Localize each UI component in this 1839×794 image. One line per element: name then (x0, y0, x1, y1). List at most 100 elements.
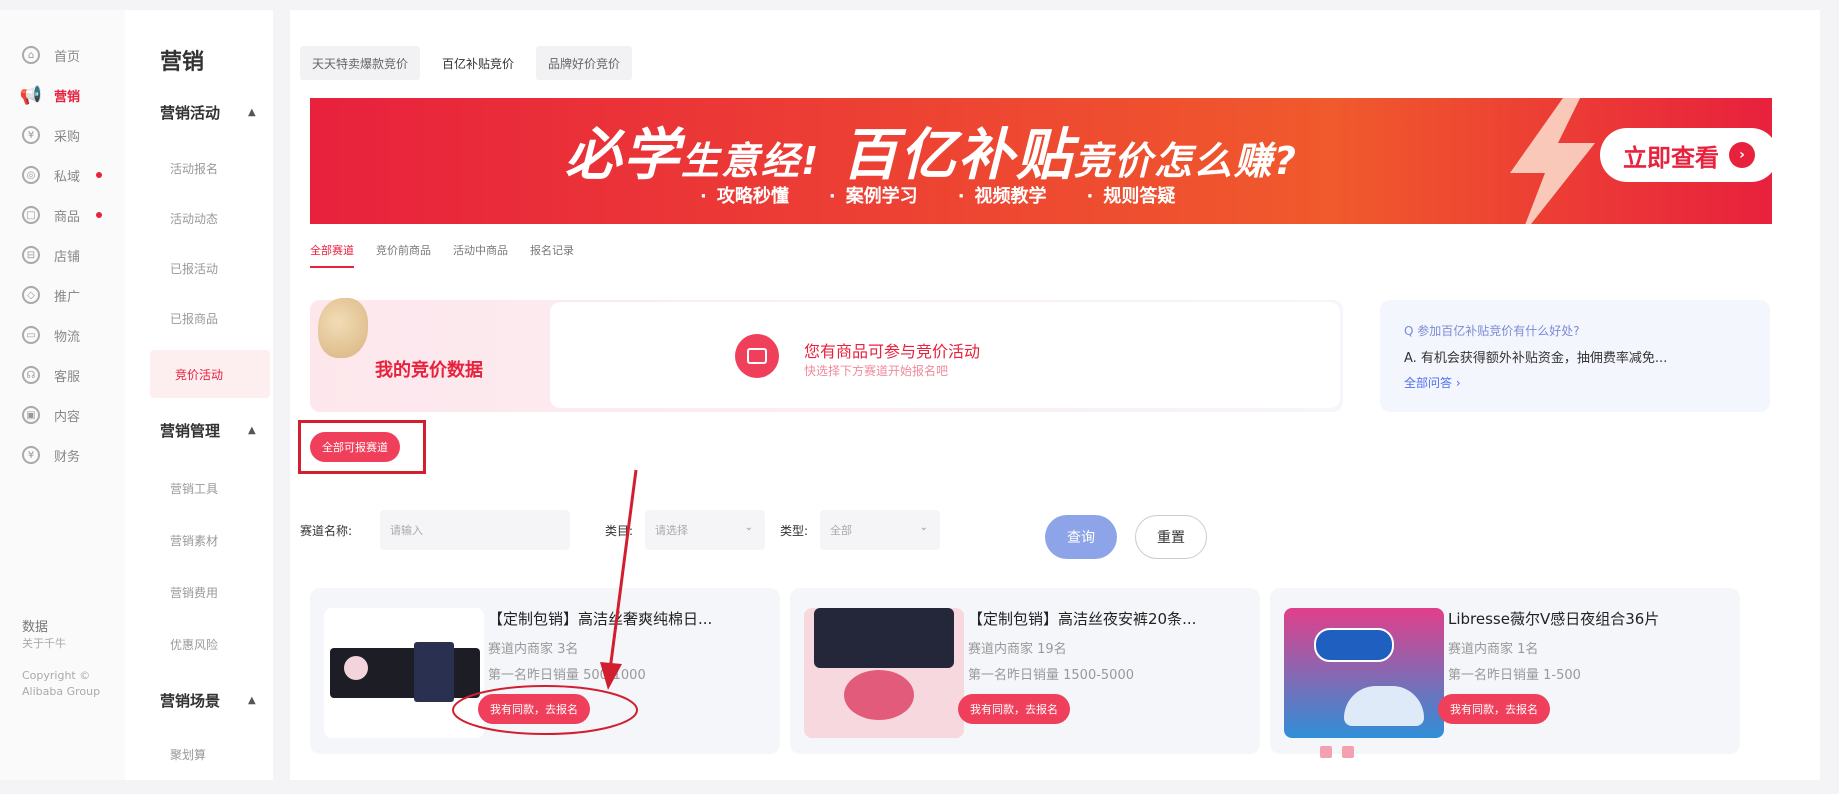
tab-brand-price[interactable]: 品牌好价竞价 (536, 46, 633, 80)
content-icon: ▣ (22, 406, 40, 424)
sidebar-item-bidding[interactable]: 竞价活动 (150, 350, 270, 398)
track-product-name: 【定制包销】高洁丝夜安裤20条... (968, 610, 1197, 628)
view-now-button[interactable]: 立即查看 › (1600, 128, 1772, 182)
rail-item-private[interactable]: ◎ 私域 (22, 158, 103, 192)
track-name-label: 赛道名称: (300, 524, 353, 538)
banner-point: 案例学习 (829, 182, 918, 208)
all-available-tracks-button[interactable]: 全部可报赛道 (310, 432, 400, 462)
rail-item-label: 商品 (54, 209, 81, 225)
track-card[interactable]: 【定制包销】高洁丝夜安裤20条... 赛道内商家 19名 第一名昨日销量 150… (790, 588, 1260, 754)
finance-icon: ¥ (22, 446, 40, 464)
rail-item-promotion[interactable]: ◇ 推广 (22, 278, 80, 312)
my-bidding-data-link[interactable]: 我的竞价数据 (375, 356, 483, 382)
sidebar-title: 营销 (160, 50, 205, 75)
rail-item-logistics[interactable]: ▭ 物流 (22, 318, 80, 352)
category-select[interactable]: 请选择 ⌄ (645, 510, 765, 550)
data-link[interactable]: 数据 (22, 620, 112, 636)
headline-part: 百亿补贴 (841, 123, 1074, 188)
track-merchant-count: 赛道内商家 1名 (1448, 642, 1539, 657)
private-domain-icon: ◎ (22, 166, 40, 184)
cta-label: 立即查看 (1623, 143, 1719, 172)
tab-all-tracks[interactable]: 全部赛道 (310, 242, 354, 268)
track-card[interactable]: Libresse薇尔V感日夜组合36片 赛道内商家 1名 第一名昨日销量 1-5… (1270, 588, 1740, 754)
type-label: 类型: (780, 524, 809, 538)
sidebar-item-joined-activities[interactable]: 已报活动 (170, 260, 218, 277)
tab-tens-of-billions[interactable]: 百亿补贴竞价 (430, 46, 527, 80)
rail-item-label: 首页 (54, 49, 81, 65)
signup-button[interactable]: 我有同款，去报名 (1438, 694, 1550, 724)
copyright: Copyright © Alibaba Group (22, 669, 101, 698)
rail-item-content[interactable]: ▣ 内容 (22, 398, 80, 432)
select-value: 请选择 (655, 524, 688, 537)
sidebar-group-activity[interactable]: 营销活动 ▲ (160, 102, 256, 123)
rail-item-label: 物流 (54, 329, 81, 345)
faq-card: Q 参加百亿补贴竞价有什么好处? A. 有机会获得额外补贴资金，抽佣费率减免..… (1380, 300, 1770, 412)
sidebar-group-manage[interactable]: 营销管理 ▲ (160, 420, 256, 441)
reset-button[interactable]: 重置 (1135, 515, 1207, 559)
chevron-up-icon: ▲ (248, 695, 256, 706)
signup-button[interactable]: 我有同款，去报名 (958, 694, 1070, 724)
category-label: 类目: (605, 524, 634, 538)
rail-item-label: 私域 (54, 169, 81, 185)
query-button[interactable]: 查询 (1045, 515, 1117, 559)
sidebar-group-scene[interactable]: 营销场景 ▲ (160, 690, 256, 711)
pager-dot[interactable] (1320, 746, 1332, 758)
rail-item-service[interactable]: ☊ 客服 (22, 358, 80, 392)
pager-dot[interactable] (1342, 746, 1354, 758)
select-value: 全部 (830, 524, 852, 537)
goods-icon: □ (22, 206, 40, 224)
tab-daily-sale[interactable]: 天天特卖爆款竞价 (300, 46, 421, 80)
sidebar-item-fees[interactable]: 营销费用 (170, 584, 218, 601)
rail-item-label: 采购 (54, 129, 81, 145)
sidebar-item-joined-goods[interactable]: 已报商品 (170, 310, 218, 327)
rail-item-label: 营销 (54, 89, 81, 105)
all-faq-link[interactable]: 全部问答 › (1404, 374, 1746, 391)
carousel-pager (1320, 746, 1354, 758)
rail-item-purchase[interactable]: ¥ 采购 (22, 118, 80, 152)
product-image (324, 608, 484, 738)
signup-button[interactable]: 我有同款，去报名 (478, 694, 590, 724)
faq-question[interactable]: Q 参加百亿补贴竞价有什么好处? (1404, 322, 1746, 339)
notice-title: 您有商品可参与竞价活动 (804, 342, 981, 361)
rail-item-finance[interactable]: ¥ 财务 (22, 438, 80, 472)
sidebar-item-materials[interactable]: 营销素材 (170, 532, 218, 549)
bidding-type-tabs: 天天特卖爆款竞价 百亿补贴竞价 品牌好价竞价 (300, 46, 633, 80)
tab-active-goods[interactable]: 活动中商品 (453, 242, 508, 268)
promo-banner[interactable]: 必学生意经! 百亿补贴竞价怎么赚? 攻略秒懂 案例学习 视频教学 规则答疑 立即… (310, 98, 1772, 224)
arrow-right-icon: › (1729, 142, 1755, 168)
headline-part: 生意经! (681, 139, 821, 183)
banner-points: 攻略秒懂 案例学习 视频教学 规则答疑 (700, 182, 1176, 208)
purchase-icon: ¥ (22, 126, 40, 144)
chevron-up-icon: ▲ (248, 107, 256, 118)
track-top-sales: 第一名昨日销量 500-1000 (488, 668, 646, 683)
sidebar-item-tools[interactable]: 营销工具 (170, 480, 218, 497)
my-bidding-panel: 我的竞价数据 您有商品可参与竞价活动 快选择下方赛道开始报名吧 (310, 298, 1343, 412)
sidebar-item-dynamics[interactable]: 活动动态 (170, 210, 218, 227)
track-card[interactable]: 【定制包销】高洁丝奢爽纯棉日... 赛道内商家 3名 第一名昨日销量 500-1… (310, 588, 780, 754)
left-rail: ⌂ 首页 📢 营销 ¥ 采购 ◎ 私域 □ 商品 ⊟ 店铺 ◇ 推广 ▭ 物流 ☊ 客服 ▣ 内容 … (0, 10, 125, 780)
type-select[interactable]: 全部 ⌄ (820, 510, 940, 550)
track-product-name: 【定制包销】高洁丝奢爽纯棉日... (488, 610, 713, 628)
tab-pre-bid-goods[interactable]: 竞价前商品 (376, 242, 431, 268)
logistics-icon: ▭ (22, 326, 40, 344)
sidebar-item-risk[interactable]: 优惠风险 (170, 636, 218, 653)
mascot-image (318, 298, 368, 358)
tab-signup-records[interactable]: 报名记录 (530, 242, 574, 268)
home-icon: ⌂ (22, 46, 40, 64)
main-content: 天天特卖爆款竞价 百亿补贴竞价 品牌好价竞价 必学生意经! 百亿补贴竞价怎么赚?… (290, 10, 1820, 780)
rail-item-label: 客服 (54, 369, 81, 385)
chevron-down-icon: ⌄ (744, 522, 753, 533)
rail-item-goods[interactable]: □ 商品 (22, 198, 103, 232)
rail-item-marketing[interactable]: 📢 营销 (19, 78, 81, 112)
track-name-input[interactable]: 请输入 (380, 510, 570, 550)
chat-bubble-icon (735, 334, 779, 378)
track-merchant-count: 赛道内商家 19名 (968, 642, 1067, 657)
sidebar-item-signup[interactable]: 活动报名 (170, 160, 218, 177)
sidebar-item-juhuasuan[interactable]: 聚划算 (170, 746, 206, 763)
track-product-name: Libresse薇尔V感日夜组合36片 (1448, 610, 1660, 628)
rail-item-store[interactable]: ⊟ 店铺 (22, 238, 80, 272)
about-link[interactable]: 关于千牛 (22, 636, 112, 652)
rail-item-home[interactable]: ⌂ 首页 (22, 38, 80, 72)
product-image (804, 608, 964, 738)
megaphone-icon: 📢 (19, 84, 43, 106)
